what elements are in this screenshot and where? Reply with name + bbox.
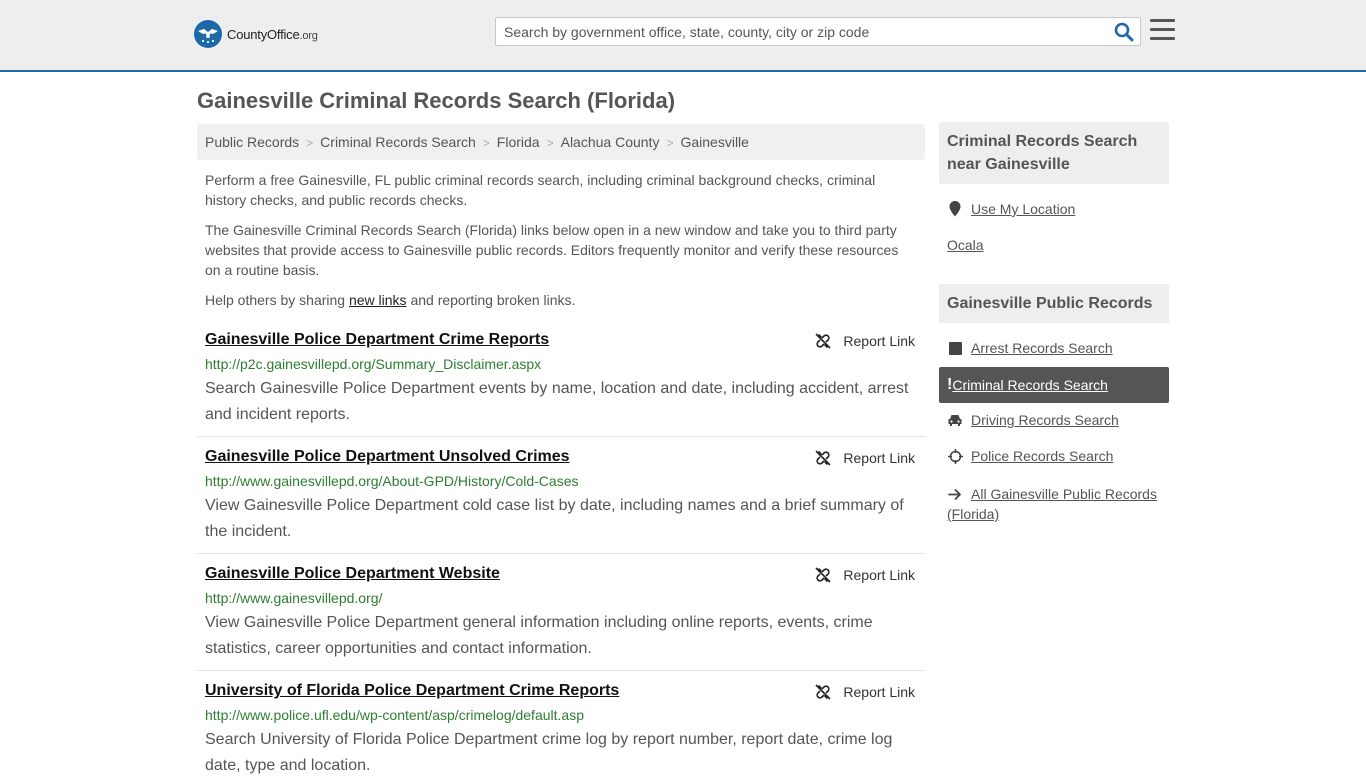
result-description: Search Gainesville Police Department eve… bbox=[205, 380, 909, 423]
result-title-link[interactable]: Gainesville Police Department Crime Repo… bbox=[205, 331, 549, 349]
site-header: CountyOffice.org bbox=[0, 0, 1366, 72]
breadcrumb-criminal-records-search[interactable]: Criminal Records Search bbox=[320, 134, 476, 150]
result-item: University of Florida Police Department … bbox=[197, 682, 925, 774]
result-title-link[interactable]: Gainesville Police Department Unsolved C… bbox=[205, 448, 570, 466]
intro-paragraph-1: Perform a free Gainesville, FL public cr… bbox=[205, 172, 876, 208]
sidebar-item-all-public-records[interactable]: All Gainesville Public Records (Florida) bbox=[947, 484, 1169, 524]
result-description: View Gainesville Police Department cold … bbox=[205, 497, 904, 540]
sidebar-item-arrest-records[interactable]: Arrest Records Search bbox=[947, 340, 1113, 356]
nearby-city-ocala-link[interactable]: Ocala bbox=[947, 237, 984, 253]
result-description: Search University of Florida Police Depa… bbox=[205, 731, 893, 774]
crosshair-icon bbox=[947, 448, 963, 464]
report-link-button[interactable]: Report Link bbox=[815, 333, 915, 349]
sidebar-item-criminal-records[interactable]: ! Criminal Records Search bbox=[939, 367, 1169, 403]
sidebar-records-heading: Gainesville Public Records bbox=[939, 284, 1169, 323]
map-pin-icon bbox=[947, 201, 963, 217]
result-item: Gainesville Police Department Website Re… bbox=[197, 565, 925, 671]
breadcrumb-gainesville[interactable]: Gainesville bbox=[680, 134, 748, 150]
result-item: Gainesville Police Department Crime Repo… bbox=[197, 331, 925, 437]
broken-link-icon bbox=[815, 333, 831, 349]
chevron-right-icon: > bbox=[666, 136, 674, 150]
report-link-button[interactable]: Report Link bbox=[815, 684, 915, 700]
result-url: http://p2c.gainesvillepd.org/Summary_Dis… bbox=[205, 356, 542, 372]
use-my-location-link[interactable]: Use My Location bbox=[947, 201, 1075, 217]
breadcrumb-public-records[interactable]: Public Records bbox=[205, 134, 299, 150]
report-link-button[interactable]: Report Link bbox=[815, 450, 915, 466]
car-icon bbox=[947, 412, 963, 428]
result-url: http://www.gainesvillepd.org/ bbox=[205, 590, 383, 606]
hamburger-menu-icon[interactable] bbox=[1150, 19, 1175, 41]
sidebar-item-police-records[interactable]: Police Records Search bbox=[947, 448, 1113, 464]
chevron-right-icon: > bbox=[546, 136, 554, 150]
new-links-link[interactable]: new links bbox=[349, 292, 407, 308]
chevron-right-icon: > bbox=[306, 136, 314, 150]
page-title: Gainesville Criminal Records Search (Flo… bbox=[197, 88, 676, 113]
broken-link-icon bbox=[815, 567, 831, 583]
result-item: Gainesville Police Department Unsolved C… bbox=[197, 448, 925, 554]
result-title-link[interactable]: Gainesville Police Department Website bbox=[205, 565, 500, 583]
eagle-logo-icon bbox=[194, 20, 222, 48]
intro-paragraph-3: Help others by sharing new links and rep… bbox=[205, 292, 576, 308]
sidebar-item-driving-records[interactable]: Driving Records Search bbox=[947, 412, 1119, 428]
search-box bbox=[495, 17, 1141, 46]
logo-text: CountyOffice.org bbox=[227, 26, 318, 42]
search-input[interactable] bbox=[496, 18, 1106, 45]
result-title-link[interactable]: University of Florida Police Department … bbox=[205, 682, 619, 700]
breadcrumb-florida[interactable]: Florida bbox=[497, 134, 540, 150]
sidebar-nearby-heading: Criminal Records Search near Gainesville bbox=[939, 122, 1169, 184]
arrow-right-icon bbox=[947, 487, 963, 503]
square-icon bbox=[947, 340, 963, 356]
broken-link-icon bbox=[815, 450, 831, 466]
result-url: http://www.gainesvillepd.org/About-GPD/H… bbox=[205, 473, 579, 489]
report-link-button[interactable]: Report Link bbox=[815, 567, 915, 583]
intro-paragraph-2: The Gainesville Criminal Records Search … bbox=[205, 222, 899, 278]
result-description: View Gainesville Police Department gener… bbox=[205, 614, 873, 657]
site-logo[interactable]: CountyOffice.org bbox=[194, 20, 318, 48]
breadcrumb: Public Records > Criminal Records Search > F… bbox=[197, 124, 925, 160]
result-url: http://www.police.ufl.edu/wp-content/asp… bbox=[205, 707, 584, 723]
chevron-right-icon: > bbox=[482, 136, 490, 150]
search-icon[interactable] bbox=[1114, 22, 1134, 42]
breadcrumb-alachua-county[interactable]: Alachua County bbox=[561, 134, 660, 150]
broken-link-icon bbox=[815, 684, 831, 700]
